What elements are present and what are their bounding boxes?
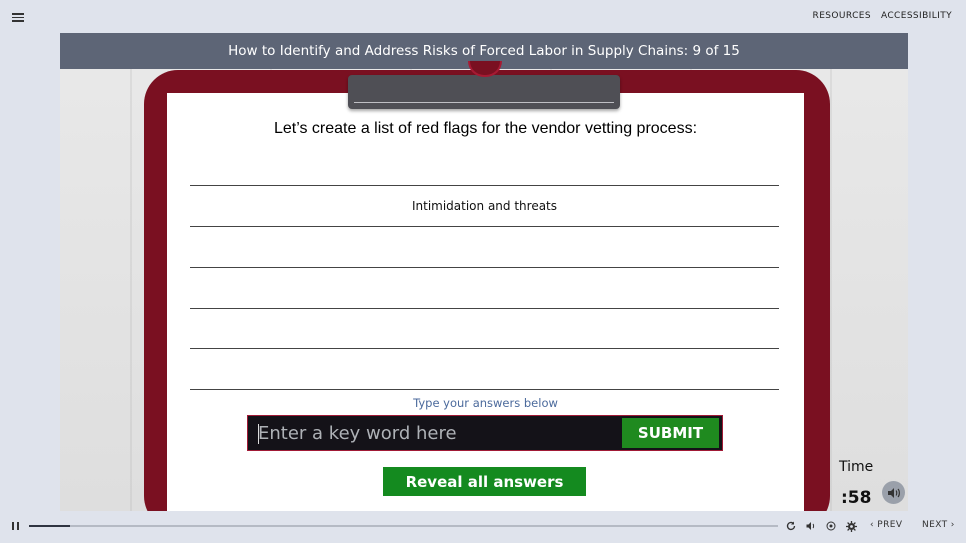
settings-icon[interactable] — [844, 519, 858, 533]
captions-icon[interactable] — [824, 519, 838, 533]
resources-link[interactable]: RESOURCES — [813, 11, 871, 21]
answer-line — [190, 389, 779, 390]
accessibility-link[interactable]: ACCESSIBILITY — [881, 11, 952, 21]
seek-bar[interactable] — [29, 525, 778, 527]
answer-line — [190, 308, 779, 309]
chevron-left-icon: ‹ — [870, 520, 874, 530]
activity-prompt: Let’s create a list of red flags for the… — [273, 120, 698, 137]
answer-hint: Type your answers below — [413, 396, 558, 410]
chevron-right-icon: › — [950, 520, 955, 530]
timer-label: Time — [839, 459, 874, 475]
answer-line — [190, 226, 779, 227]
volume-icon[interactable] — [804, 519, 818, 533]
next-button[interactable]: NEXT › — [922, 520, 955, 530]
keyword-entry: SUBMIT — [247, 415, 723, 451]
answer-slot-2: Intimidation and threats — [411, 199, 558, 213]
answer-line — [190, 348, 779, 349]
top-links: RESOURCES ACCESSIBILITY — [813, 11, 952, 21]
prev-button[interactable]: ‹ PREV — [870, 520, 902, 530]
answer-line — [190, 185, 779, 186]
menu-icon[interactable] — [12, 13, 24, 23]
keyword-input[interactable] — [254, 420, 618, 446]
answer-line — [190, 267, 779, 268]
pause-icon[interactable] — [12, 522, 20, 532]
speaker-icon[interactable] — [882, 481, 905, 504]
timer-value: :58 — [841, 488, 872, 508]
prev-label: PREV — [877, 520, 903, 530]
reveal-answers-button[interactable]: Reveal all answers — [383, 467, 586, 496]
seek-progress — [29, 525, 71, 527]
clipboard-clip — [348, 75, 620, 109]
submit-button[interactable]: SUBMIT — [622, 418, 719, 448]
slide-canvas: How to Identify and Address Risks of For… — [60, 33, 908, 511]
next-label: NEXT — [922, 520, 948, 530]
replay-icon[interactable] — [784, 519, 798, 533]
